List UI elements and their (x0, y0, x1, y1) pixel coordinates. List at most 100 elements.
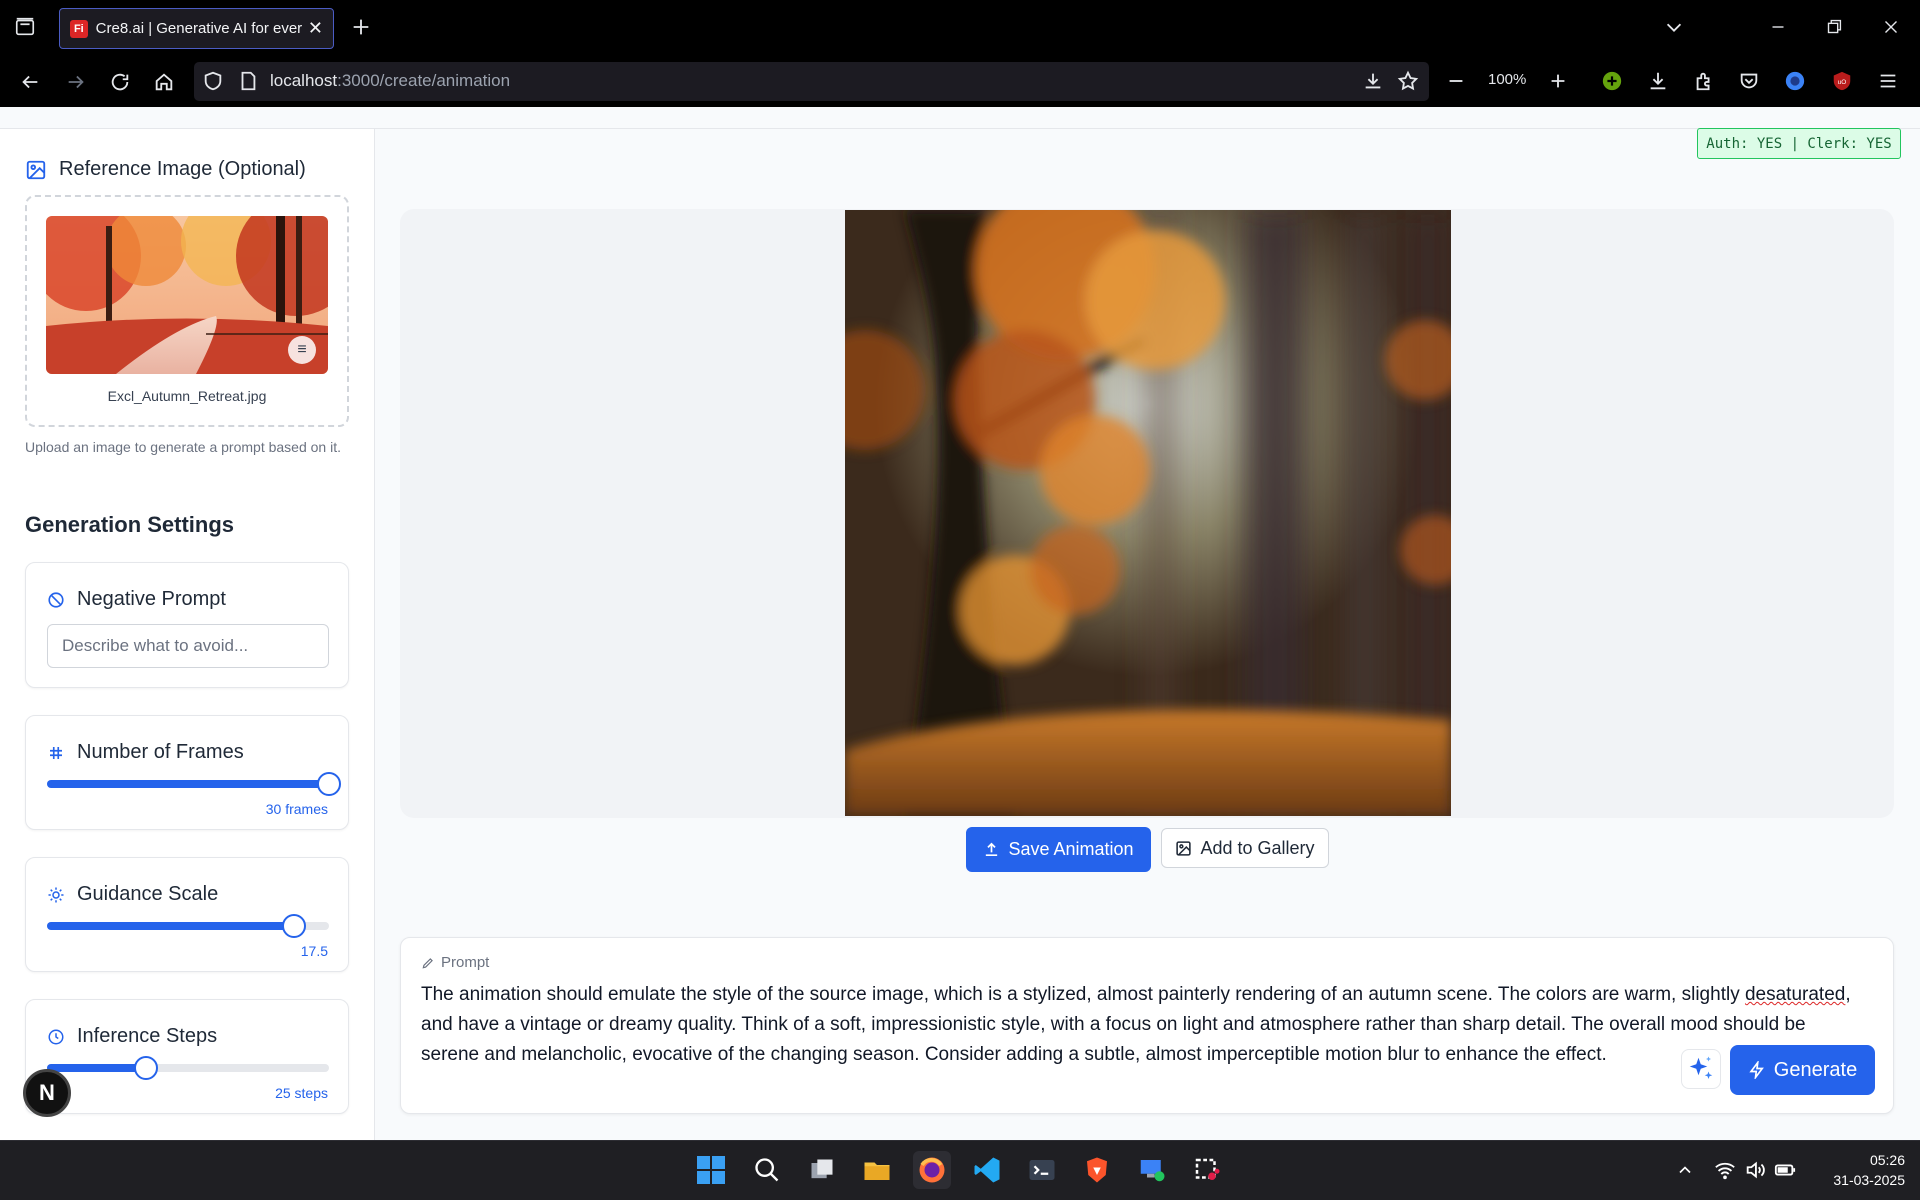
negative-prompt-label: Negative Prompt (77, 588, 226, 610)
steps-card: Inference Steps 25 steps (25, 999, 349, 1114)
page-info-icon[interactable] (236, 69, 260, 93)
tab-title: Cre8.ai | Generative AI for every (95, 20, 302, 37)
pocket-icon[interactable] (1737, 69, 1761, 93)
reference-image-header: Reference Image (Optional) (25, 158, 306, 181)
app-menu-icon[interactable] (1876, 69, 1900, 93)
lightning-icon (1749, 1061, 1764, 1079)
home-icon[interactable] (150, 68, 178, 96)
steps-slider-fill (47, 1064, 146, 1072)
frames-value: 30 frames (265, 801, 328, 817)
upload-hint: Upload an image to generate a prompt bas… (25, 439, 341, 455)
zoom-in-icon[interactable] (1546, 69, 1570, 93)
terminal-icon[interactable] (1023, 1151, 1061, 1189)
steps-value: 25 steps (275, 1085, 328, 1101)
image-icon (26, 160, 46, 179)
shield-icon[interactable] (201, 69, 225, 93)
taskbar-date: 31-03-2025 (1833, 1172, 1905, 1188)
sun-icon (48, 887, 64, 902)
forward-arrow-icon[interactable] (62, 68, 90, 96)
extensions-puzzle-icon[interactable] (1692, 69, 1716, 93)
vscode-icon[interactable] (968, 1151, 1006, 1189)
guidance-value: 17.5 (300, 943, 328, 959)
prompt-misspelled-word: desaturated (1744, 984, 1846, 1005)
zoom-level[interactable]: 100% (1488, 71, 1526, 88)
nextjs-dev-badge[interactable]: N (23, 1069, 71, 1117)
add-to-gallery-button[interactable]: Add to Gallery (1161, 828, 1329, 868)
thumbnail-menu-icon[interactable]: ≡ (288, 336, 316, 364)
autumn-forest-image (845, 210, 1451, 816)
zoom-out-icon[interactable] (1444, 69, 1468, 93)
url-host: localhost (270, 71, 338, 90)
url-text[interactable]: localhost:3000/create/animation (270, 71, 510, 91)
guidance-header: Guidance Scale (47, 883, 218, 906)
generate-button[interactable]: Generate (1730, 1045, 1875, 1095)
ban-icon (48, 591, 64, 608)
bookmark-star-icon[interactable] (1396, 69, 1420, 93)
reference-image-title: Reference Image (Optional) (59, 158, 306, 180)
guidance-label: Guidance Scale (77, 883, 219, 905)
enhance-prompt-button[interactable] (1681, 1049, 1721, 1089)
frames-label: Number of Frames (77, 741, 244, 763)
add-to-gallery-label: Add to Gallery (1200, 837, 1315, 858)
taskbar-time: 05:26 (1869, 1152, 1905, 1168)
tab-favicon-icon: Fi (70, 19, 88, 38)
remote-desktop-icon[interactable] (1133, 1151, 1171, 1189)
guidance-slider-thumb[interactable] (281, 914, 306, 938)
save-animation-button[interactable]: Save Animation (966, 827, 1151, 872)
minimize-window-icon[interactable] (1764, 14, 1792, 40)
prompt-textarea[interactable]: The animation should emulate the style o… (421, 980, 1861, 1070)
steps-slider-thumb[interactable] (133, 1056, 158, 1080)
save-to-pocket-icon[interactable] (1361, 69, 1385, 93)
wifi-icon (1708, 1151, 1742, 1189)
show-hidden-icons-chevron-icon[interactable] (1668, 1151, 1702, 1189)
file-explorer-icon[interactable] (858, 1151, 896, 1189)
brave-browser-icon[interactable] (1078, 1151, 1116, 1189)
upload-icon (986, 842, 998, 857)
firefox-icon[interactable] (913, 1151, 951, 1189)
tab-close-icon[interactable]: ✕ (308, 18, 323, 39)
svg-text:uO: uO (1838, 79, 1847, 86)
downloads-icon[interactable] (1646, 69, 1670, 93)
browser-tab[interactable]: Fi Cre8.ai | Generative AI for every ✕ (59, 8, 334, 49)
generate-label: Generate (1773, 1058, 1858, 1081)
frames-slider-thumb[interactable] (317, 772, 341, 796)
tab-overflow-chevron-icon[interactable] (1660, 14, 1688, 40)
guidance-slider-fill (47, 922, 294, 930)
reload-icon[interactable] (106, 68, 134, 96)
search-icon[interactable] (748, 1151, 786, 1189)
steps-slider[interactable] (47, 1056, 329, 1080)
negative-prompt-input[interactable] (47, 624, 329, 668)
reference-image-filename: Excl_Autumn_Retreat.jpg (107, 388, 267, 404)
close-window-icon[interactable] (1877, 14, 1905, 40)
auth-status-badge: Auth: YES | Clerk: YES (1697, 128, 1901, 159)
reference-image-thumbnail[interactable]: ≡ (46, 216, 328, 374)
frames-header: Number of Frames (47, 741, 244, 764)
guidance-slider[interactable] (47, 914, 329, 938)
autumn-park-thumbnail-image (46, 216, 328, 374)
windows-start-icon[interactable] (692, 1151, 730, 1189)
prompt-label-row: Prompt (421, 954, 489, 971)
image-icon (1176, 840, 1192, 856)
restore-window-icon[interactable] (1820, 14, 1848, 40)
frames-card: Number of Frames 30 frames (25, 715, 349, 830)
negative-prompt-card: Negative Prompt (25, 562, 349, 688)
volume-icon (1738, 1151, 1772, 1189)
steps-header: Inference Steps (47, 1025, 217, 1048)
sparkles-icon (1689, 1056, 1713, 1079)
extension-plus-icon[interactable] (1600, 69, 1624, 93)
generation-settings-title: Generation Settings (25, 512, 235, 537)
back-arrow-icon[interactable] (16, 68, 44, 96)
taskbar-clock[interactable]: 05:26 31-03-2025 (1800, 1150, 1905, 1190)
steps-label: Inference Steps (77, 1025, 218, 1047)
ublock-origin-icon[interactable]: uO (1830, 69, 1854, 93)
tab-list-icon[interactable] (12, 14, 38, 40)
frames-slider[interactable] (47, 772, 341, 796)
windows-taskbar (0, 1140, 1920, 1200)
prompt-text-part-1: The animation should emulate the style o… (421, 984, 1745, 1005)
new-tab-icon[interactable] (348, 14, 374, 40)
task-view-icon[interactable] (803, 1151, 841, 1189)
vpn-extension-icon[interactable] (1783, 69, 1807, 93)
snipping-tool-icon[interactable] (1188, 1151, 1226, 1189)
clock-icon (48, 1029, 64, 1044)
prompt-label: Prompt (441, 954, 490, 971)
